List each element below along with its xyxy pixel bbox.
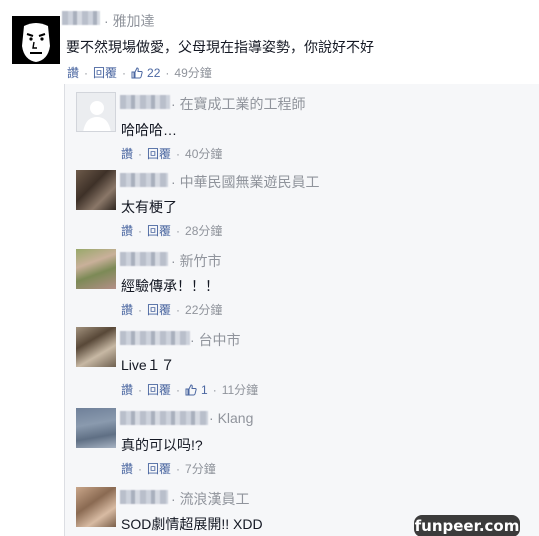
reply-link[interactable]: 回覆 (147, 145, 171, 162)
reply-link[interactable]: 回覆 (147, 301, 171, 318)
like-link[interactable]: 讚 (121, 301, 133, 318)
comment-text: 哈哈哈… (121, 122, 177, 138)
thumbs-up-icon (131, 66, 143, 78)
author-location: · 台中市 (190, 332, 241, 348)
reply-link[interactable]: 回覆 (147, 381, 171, 398)
avatar[interactable] (12, 16, 60, 64)
like-link[interactable]: 讚 (121, 460, 133, 477)
comment-actions: 讚 · 回覆 · 22 · 49分鐘 (67, 64, 212, 81)
author-name[interactable] (120, 173, 168, 187)
comment-text: 要不然現場做愛，父母現在指導姿勢，你說好不好 (66, 39, 374, 55)
avatar[interactable] (76, 487, 116, 527)
reply-link[interactable]: 回覆 (147, 222, 171, 239)
like-link[interactable]: 讚 (121, 222, 133, 239)
comment-text: 真的可以吗!? (121, 437, 203, 453)
like-link[interactable]: 讚 (121, 145, 133, 162)
timestamp[interactable]: 7分鐘 (185, 460, 216, 477)
comment-text: SOD劇情超展開!! XDD (121, 516, 263, 532)
comment-text: 太有梗了 (121, 199, 177, 215)
avatar[interactable] (76, 92, 116, 132)
avatar[interactable] (76, 249, 116, 289)
author-location: · 新竹市 (171, 253, 222, 269)
timestamp[interactable]: 40分鐘 (185, 145, 222, 162)
default-profile-icon (77, 93, 115, 131)
like-link[interactable]: 讚 (121, 381, 133, 398)
like-link[interactable]: 讚 (67, 64, 79, 81)
author-location: · 在寶成工業的工程師 (171, 96, 306, 112)
timestamp[interactable]: 49分鐘 (174, 64, 211, 81)
author-name[interactable] (120, 331, 190, 345)
author-name[interactable] (120, 411, 208, 425)
avatar[interactable] (76, 327, 116, 367)
author-name[interactable] (62, 11, 100, 25)
like-count[interactable]: 1 (201, 383, 208, 397)
author-location: · Klang (209, 410, 254, 426)
timestamp[interactable]: 11分鐘 (222, 381, 258, 398)
avatar[interactable] (76, 170, 116, 210)
meme-face-icon (12, 16, 60, 64)
comment-actions: 讚 · 回覆 · 22分鐘 (121, 301, 223, 318)
author-name[interactable] (120, 95, 170, 109)
author-location: · 雅加達 (104, 13, 155, 29)
thumbs-up-icon (185, 383, 197, 395)
author-name[interactable] (120, 490, 168, 504)
like-count[interactable]: 22 (147, 66, 160, 80)
comment-text: 經驗傳承！！！ (121, 278, 219, 294)
reply-link[interactable]: 回覆 (147, 460, 171, 477)
author-location: · 中華民國無業遊民員工 (171, 174, 320, 190)
reply-link[interactable]: 回覆 (93, 64, 117, 81)
comment-actions: 讚 · 回覆 · 40分鐘 (121, 145, 223, 162)
timestamp[interactable]: 28分鐘 (185, 222, 222, 239)
comment-actions: 讚 · 回覆 · 1 · 11分鐘 (121, 381, 259, 398)
watermark-logo: funpeer.com (414, 515, 520, 536)
avatar[interactable] (76, 408, 116, 448)
comment-actions: 讚 · 回覆 · 7分鐘 (121, 460, 216, 477)
comment-text: Live１７ (121, 357, 175, 373)
timestamp[interactable]: 22分鐘 (185, 301, 222, 318)
comment-actions: 讚 · 回覆 · 28分鐘 (121, 222, 223, 239)
author-name[interactable] (120, 252, 168, 266)
author-location: · 流浪漢員工 (171, 491, 250, 507)
